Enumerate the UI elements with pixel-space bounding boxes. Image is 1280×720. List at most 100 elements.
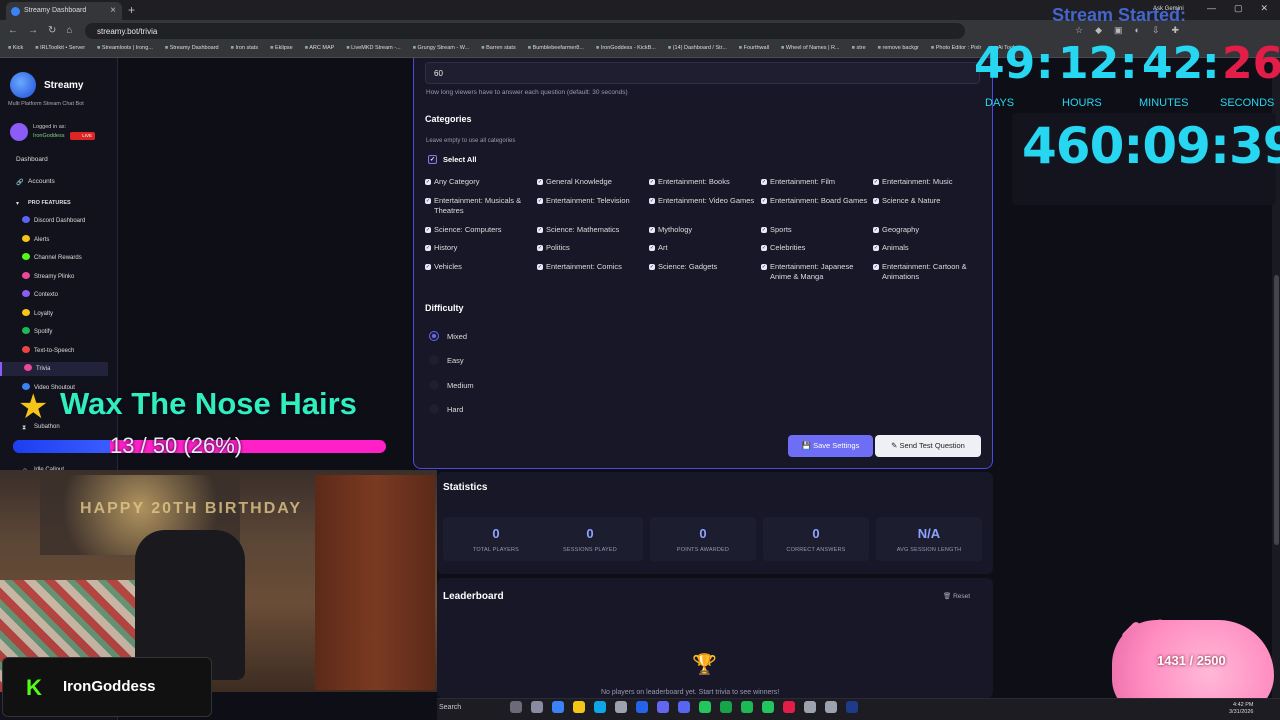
sidebar-item-dashboard[interactable]: Dashboard — [0, 153, 108, 167]
close-tab-icon[interactable]: × — [110, 5, 116, 16]
extension-icon[interactable]: ◐ — [1135, 25, 1140, 36]
send-test-question-button[interactable]: ✎ Send Test Question — [875, 435, 981, 457]
category-checkbox[interactable]: ✓ Science: Computers — [425, 225, 533, 235]
browser-tab[interactable]: Streamy Dashboard × — [6, 2, 122, 20]
category-checkbox[interactable]: ✓ History — [425, 243, 533, 253]
bookmark-item[interactable]: IRLToolkit • Server — [35, 45, 85, 57]
spotify-icon[interactable] — [741, 701, 753, 713]
bookmark-item[interactable]: (14) Dashboard / Str... — [668, 45, 727, 57]
folder-icon[interactable] — [573, 701, 585, 713]
sidebar-item-loyalty[interactable]: Loyalty — [0, 307, 108, 321]
new-tab-icon[interactable]: + — [128, 3, 135, 17]
bookmark-item[interactable]: Streamy Dashboard — [165, 45, 219, 57]
sidebar-item-trivia[interactable]: Trivia — [0, 362, 108, 376]
bookmark-item[interactable]: Fourthwall — [739, 45, 769, 57]
category-checkbox[interactable]: ✓ Entertainment: Television — [537, 196, 645, 206]
puzzle-icon[interactable]: ✚ — [1172, 25, 1180, 36]
bookmark-item[interactable]: Eklipse — [270, 45, 293, 57]
steam-icon[interactable] — [846, 701, 858, 713]
bookmark-item[interactable]: Iron stats — [231, 45, 258, 57]
chrome-icon[interactable] — [699, 701, 711, 713]
sidebar-item-discord-dashboard[interactable]: Discord Dashboard — [0, 214, 108, 228]
settings-icon[interactable] — [825, 701, 837, 713]
taskbar-search[interactable]: Search — [439, 704, 461, 711]
app-icon[interactable] — [657, 701, 669, 713]
category-checkbox[interactable]: ✓ Entertainment: Musicals & Theatres — [425, 196, 533, 216]
category-checkbox[interactable]: ✓ Entertainment: Japanese Anime & Manga — [761, 262, 869, 282]
sidebar-item-text-to-speech[interactable]: Text-to-Speech — [0, 344, 108, 358]
ask-gemini-button[interactable]: Ask Gemini — [1153, 6, 1184, 12]
category-checkbox[interactable]: ✓ Any Category — [425, 177, 533, 187]
edge-icon[interactable] — [594, 701, 606, 713]
close-window-icon[interactable]: ✕ — [1260, 3, 1268, 14]
bookmark-item[interactable]: LiveMKD Stream -... — [346, 45, 401, 57]
difficulty-radio-medium[interactable]: Medium — [429, 380, 474, 390]
bookmark-item[interactable]: remove backgr — [878, 45, 918, 57]
extension-icon[interactable]: ▣ — [1114, 25, 1123, 36]
category-checkbox[interactable]: ✓ Sports — [761, 225, 869, 235]
sidebar-item-contexto[interactable]: Contexto — [0, 288, 108, 302]
extension-icon[interactable]: ◆ — [1095, 25, 1102, 36]
category-checkbox[interactable]: ✓ Geography — [873, 225, 981, 235]
xbox-icon[interactable] — [720, 701, 732, 713]
sidebar-item-streamy-plinko[interactable]: Streamy Plinko — [0, 270, 108, 284]
difficulty-radio-hard[interactable]: Hard — [429, 404, 463, 414]
minimize-icon[interactable]: — — [1207, 3, 1216, 14]
category-checkbox[interactable]: ✓ Science: Mathematics — [537, 225, 645, 235]
select-all-checkbox[interactable]: ✓ Select All — [428, 155, 477, 164]
sidebar-item-subathon[interactable]: ⧗ Subathon — [0, 420, 108, 434]
sidebar-item-alerts[interactable]: Alerts — [0, 233, 108, 247]
category-checkbox[interactable]: ✓ Animals — [873, 243, 981, 253]
reload-icon[interactable]: ↻ — [48, 25, 56, 36]
category-checkbox[interactable]: ✓ Entertainment: Film — [761, 177, 869, 187]
answer-time-input[interactable]: 60 — [425, 62, 980, 84]
category-checkbox[interactable]: ✓ Celebrities — [761, 243, 869, 253]
save-settings-button[interactable]: 💾 Save Settings — [788, 435, 873, 457]
category-checkbox[interactable]: ✓ General Knowledge — [537, 177, 645, 187]
app-icon[interactable] — [804, 701, 816, 713]
leaderboard-reset-button[interactable]: 🗑 Reset — [943, 592, 970, 600]
category-checkbox[interactable]: ✓ Vehicles — [425, 262, 533, 272]
app-icon[interactable] — [762, 701, 774, 713]
back-icon[interactable]: ← — [8, 25, 18, 36]
difficulty-radio-easy[interactable]: Easy — [429, 355, 464, 365]
category-checkbox[interactable]: ✓ Politics — [537, 243, 645, 253]
download-icon[interactable]: ⇩ — [1152, 25, 1160, 36]
taskview-icon[interactable] — [510, 701, 522, 713]
app-icon[interactable] — [531, 701, 543, 713]
category-checkbox[interactable]: ✓ Entertainment: Comics — [537, 262, 645, 272]
bookmark-item[interactable]: Barren stats — [481, 45, 516, 57]
category-checkbox[interactable]: ✓ Entertainment: Video Games — [649, 196, 757, 206]
bookmark-item[interactable]: Grungy Stream - W... — [413, 45, 470, 57]
sidebar-item-accounts[interactable]: 🔗 Accounts — [0, 175, 108, 189]
app-icon[interactable] — [615, 701, 627, 713]
category-checkbox[interactable]: ✓ Art — [649, 243, 757, 253]
category-checkbox[interactable]: ✓ Entertainment: Board Games — [761, 196, 869, 206]
bookmark-item[interactable]: Kick — [8, 45, 23, 57]
category-checkbox[interactable]: ✓ Entertainment: Books — [649, 177, 757, 187]
bookmark-item[interactable]: ARC MAP — [305, 45, 334, 57]
bookmark-item[interactable]: Streamloots | Irong... — [97, 45, 153, 57]
category-checkbox[interactable]: ✓ Entertainment: Cartoon & Animations — [873, 262, 981, 282]
maximize-icon[interactable]: ▢ — [1234, 3, 1243, 14]
forward-icon[interactable]: → — [28, 25, 38, 36]
bookmark-item[interactable]: IronGoddess - KickB... — [596, 45, 656, 57]
category-checkbox[interactable]: ✓ Entertainment: Music — [873, 177, 981, 187]
sidebar-item-channel-rewards[interactable]: Channel Rewards — [0, 251, 108, 265]
home-icon[interactable]: ⌂ — [66, 25, 72, 36]
category-checkbox[interactable]: ✓ Mythology — [649, 225, 757, 235]
outlook-icon[interactable] — [636, 701, 648, 713]
app-icon[interactable] — [783, 701, 795, 713]
discord-icon[interactable] — [678, 701, 690, 713]
url-input[interactable]: streamy.bot/trivia — [85, 23, 965, 39]
category-checkbox[interactable]: ✓ Science & Nature — [873, 196, 981, 206]
app-icon[interactable] — [552, 701, 564, 713]
bookmark-item[interactable]: Wheel of Names | R... — [781, 45, 840, 57]
bookmark-star-icon[interactable]: ☆ — [1075, 25, 1083, 36]
scrollbar-thumb[interactable] — [1274, 275, 1279, 545]
bookmark-item[interactable]: Bumblebeefarmer8... — [528, 45, 584, 57]
category-checkbox[interactable]: ✓ Science: Gadgets — [649, 262, 757, 272]
difficulty-radio-mixed[interactable]: Mixed — [429, 331, 467, 341]
bookmark-item[interactable]: stre — [852, 45, 865, 57]
sidebar-item-spotify[interactable]: Spotify — [0, 325, 108, 339]
